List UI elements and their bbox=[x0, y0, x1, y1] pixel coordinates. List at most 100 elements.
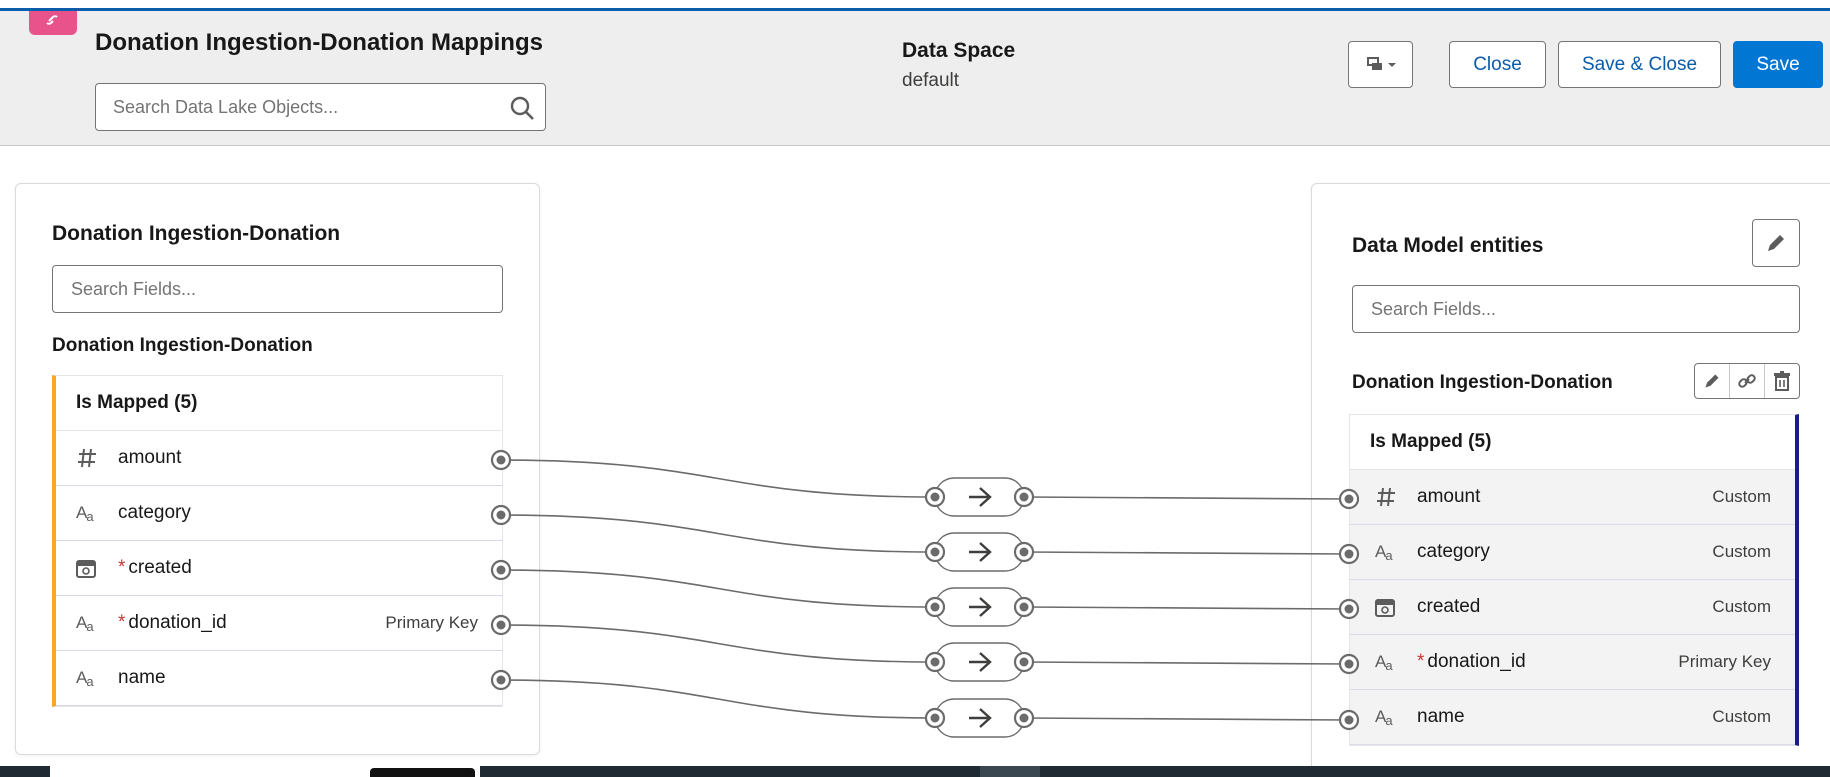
list-item[interactable]: Aa * donation_id Primary Key bbox=[1350, 635, 1795, 690]
field-name: name bbox=[118, 667, 166, 688]
list-item[interactable]: Aa category bbox=[56, 486, 502, 541]
node-out-handle-dot bbox=[1019, 602, 1029, 612]
target-object-name: Donation Ingestion-Donation bbox=[1352, 372, 1613, 393]
mapping-node[interactable] bbox=[934, 698, 1025, 738]
arrow-right-icon bbox=[969, 708, 992, 728]
node-out-handle-dot bbox=[1019, 713, 1029, 723]
number-icon bbox=[1375, 486, 1405, 508]
entity-action-group bbox=[1694, 363, 1800, 399]
search-dlo-input[interactable] bbox=[96, 84, 496, 130]
node-in-handle-dot bbox=[930, 547, 940, 557]
list-item[interactable]: Aa name bbox=[56, 651, 502, 706]
node-in-handle-dot bbox=[930, 492, 940, 502]
mapping-node[interactable] bbox=[934, 477, 1025, 517]
list-item[interactable]: Aa name Custom bbox=[1350, 690, 1795, 745]
is-mapped-group-header[interactable]: Is Mapped (5) bbox=[56, 376, 502, 431]
node-in-handle-dot bbox=[930, 602, 940, 612]
source-search-input[interactable] bbox=[53, 266, 502, 312]
data-space-value: default bbox=[902, 70, 960, 91]
primary-key-badge: Primary Key bbox=[385, 613, 478, 632]
mapping-header: Donation Ingestion-Donation Mappings Dat… bbox=[0, 11, 1830, 146]
target-panel-title: Data Model entities bbox=[1352, 234, 1544, 257]
page-title: Donation Ingestion-Donation Mappings bbox=[95, 29, 543, 56]
node-in-handle[interactable] bbox=[924, 651, 946, 673]
connector-line bbox=[500, 569, 936, 608]
node-in-handle-dot bbox=[930, 657, 940, 667]
data-space-label: Data Space bbox=[902, 39, 1016, 62]
link-icon[interactable] bbox=[1730, 364, 1765, 398]
trash-icon[interactable] bbox=[1765, 364, 1799, 398]
node-out-handle[interactable] bbox=[1013, 707, 1035, 729]
os-taskbar bbox=[0, 766, 1830, 777]
node-in-handle[interactable] bbox=[924, 541, 946, 563]
node-in-handle[interactable] bbox=[924, 596, 946, 618]
mapping-node[interactable] bbox=[934, 532, 1025, 572]
close-button[interactable]: Close bbox=[1449, 41, 1546, 88]
text-icon: Aa bbox=[76, 667, 94, 689]
node-out-handle[interactable] bbox=[1013, 541, 1035, 563]
save-button[interactable]: Save bbox=[1733, 41, 1823, 88]
mapping-node[interactable] bbox=[934, 587, 1025, 627]
list-item[interactable]: created Custom bbox=[1350, 580, 1795, 635]
connector-line bbox=[500, 514, 936, 553]
list-item[interactable]: amount Custom bbox=[1350, 470, 1795, 525]
text-icon: Aa bbox=[1375, 541, 1393, 563]
text-icon: Aa bbox=[1375, 706, 1393, 728]
list-item[interactable]: Aa category Custom bbox=[1350, 525, 1795, 580]
node-out-handle[interactable] bbox=[1013, 596, 1035, 618]
node-out-handle[interactable] bbox=[1013, 486, 1035, 508]
arrow-right-icon bbox=[969, 597, 992, 617]
field-type-badge: Custom bbox=[1712, 487, 1771, 506]
node-out-handle[interactable] bbox=[1013, 651, 1035, 673]
node-in-handle-dot bbox=[930, 713, 940, 723]
node-in-handle[interactable] bbox=[924, 707, 946, 729]
pencil-icon[interactable] bbox=[1695, 364, 1730, 398]
layout-menu-button[interactable] bbox=[1348, 41, 1413, 88]
link-app-icon bbox=[29, 11, 77, 35]
source-field-list: Is Mapped (5) amount Aa category * create… bbox=[52, 375, 503, 707]
text-icon: Aa bbox=[76, 502, 94, 524]
node-out-handle-dot bbox=[1019, 547, 1029, 557]
is-mapped-group-header[interactable]: Is Mapped (5) bbox=[1350, 415, 1795, 470]
text-icon: Aa bbox=[1375, 651, 1393, 673]
primary-key-badge: Primary Key bbox=[1678, 652, 1771, 671]
field-name: name bbox=[1417, 706, 1465, 727]
node-out-handle-dot bbox=[1019, 492, 1029, 502]
arrow-right-icon bbox=[969, 652, 992, 672]
pencil-icon bbox=[1768, 235, 1784, 251]
node-out-handle-dot bbox=[1019, 657, 1029, 667]
datetime-icon bbox=[1375, 597, 1405, 617]
save-close-button[interactable]: Save & Close bbox=[1558, 41, 1721, 88]
text-icon: Aa bbox=[76, 612, 94, 634]
edit-entity-button[interactable] bbox=[1752, 219, 1800, 267]
datetime-icon bbox=[76, 558, 106, 578]
field-name: amount bbox=[1417, 486, 1481, 507]
field-name: category bbox=[1417, 541, 1490, 562]
connector-line bbox=[1023, 551, 1350, 555]
field-type-badge: Custom bbox=[1712, 597, 1771, 616]
arrow-right-icon bbox=[969, 487, 992, 507]
target-field-search[interactable] bbox=[1352, 285, 1800, 333]
target-search-input[interactable] bbox=[1353, 286, 1799, 332]
connector-line bbox=[500, 624, 936, 663]
node-in-handle[interactable] bbox=[924, 486, 946, 508]
source-panel-title: Donation Ingestion-Donation bbox=[52, 222, 341, 245]
connector-line bbox=[1023, 661, 1350, 665]
list-item[interactable]: amount bbox=[56, 431, 502, 486]
list-item[interactable]: Aa * donation_id Primary Key bbox=[56, 596, 502, 651]
search-data-lake-objects[interactable] bbox=[95, 83, 546, 131]
required-marker: * bbox=[118, 612, 126, 633]
field-name: category bbox=[118, 502, 191, 523]
field-name: created bbox=[1417, 596, 1481, 617]
field-name: donation_id bbox=[1427, 651, 1526, 672]
mapping-node[interactable] bbox=[934, 642, 1025, 682]
required-marker: * bbox=[1417, 651, 1425, 672]
field-name: amount bbox=[118, 447, 182, 468]
field-name: donation_id bbox=[128, 612, 227, 633]
connector-line bbox=[1023, 717, 1350, 721]
list-item[interactable]: * created bbox=[56, 541, 502, 596]
source-field-search[interactable] bbox=[52, 265, 503, 313]
arrow-right-icon bbox=[969, 542, 992, 562]
number-icon bbox=[76, 447, 106, 469]
search-icon[interactable] bbox=[509, 95, 535, 121]
